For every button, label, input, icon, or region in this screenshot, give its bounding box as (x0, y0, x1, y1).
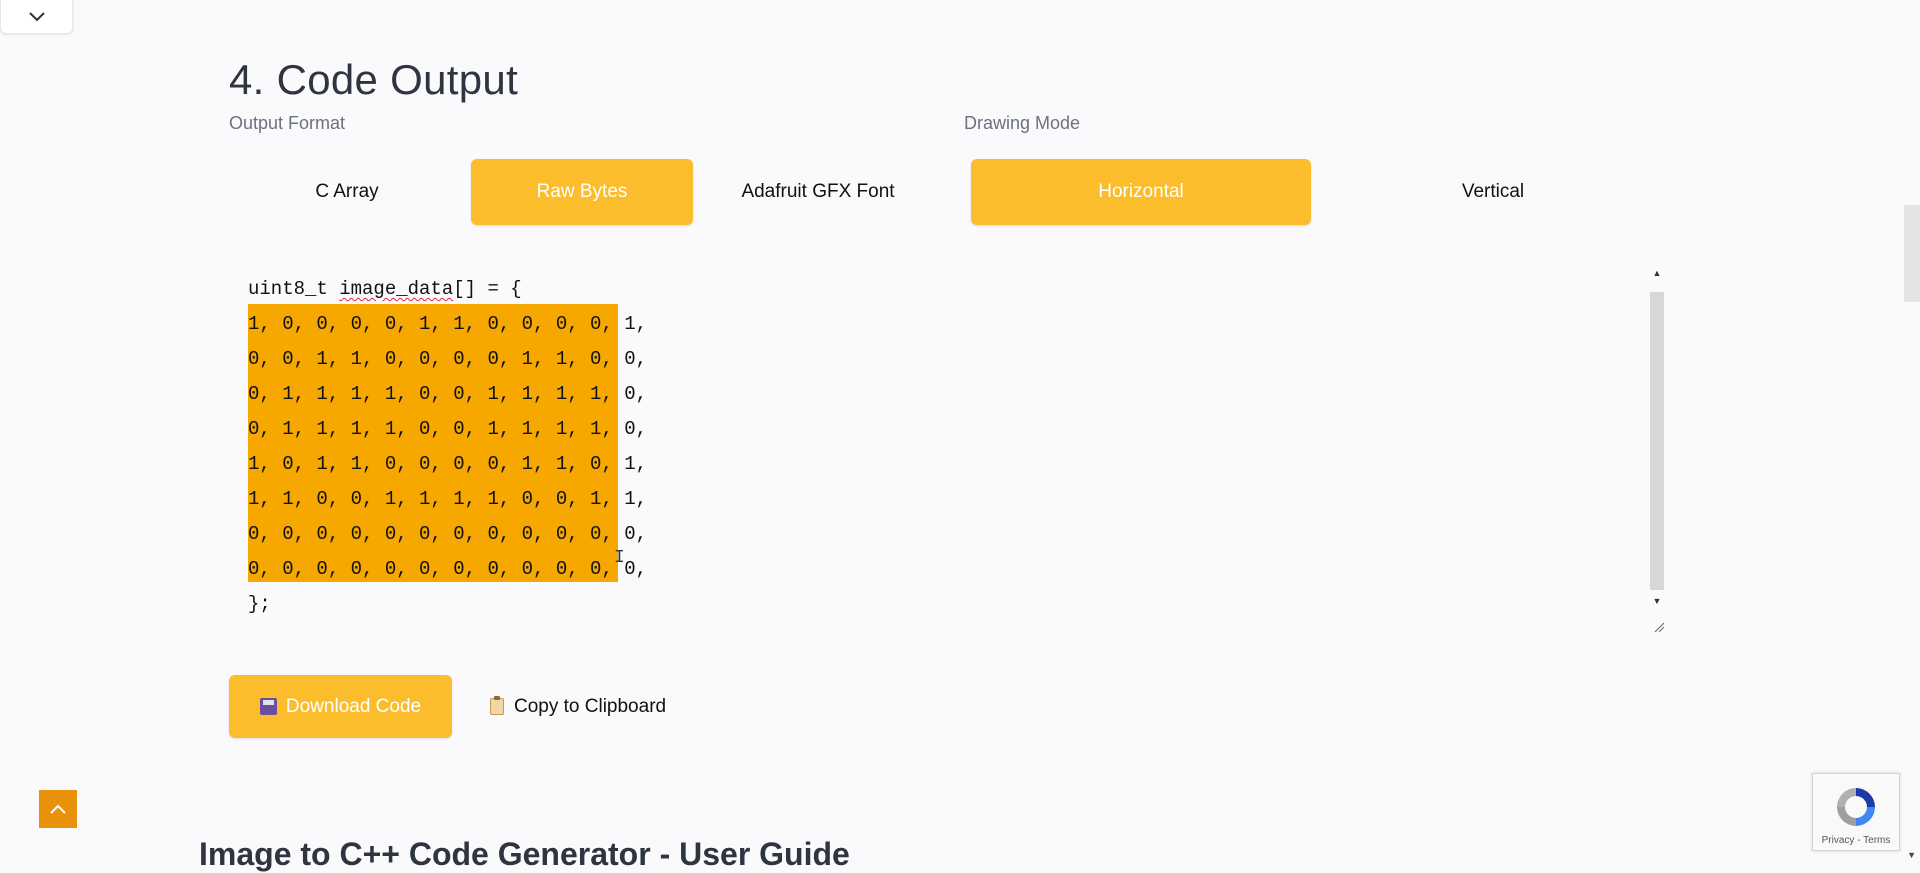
code-row: 0, 0, 1, 1, 0, 0, 0, 0, 1, 1, 0, 0, (248, 348, 648, 370)
code-scrollbar[interactable]: ▲ ▼ (1649, 266, 1665, 608)
copy-to-clipboard-label: Copy to Clipboard (514, 695, 667, 717)
download-code-button[interactable]: Download Code (229, 675, 452, 738)
code-row: 1, 1, 0, 0, 1, 1, 1, 1, 0, 0, 1, 1, (248, 488, 648, 510)
code-declaration: uint8_t image_data[] = { (248, 278, 522, 300)
recaptcha-logo-icon (1837, 788, 1875, 826)
code-row: 0, 0, 0, 0, 0, 0, 0, 0, 0, 0, 0, 0, (248, 558, 648, 580)
floppy-disk-icon (259, 698, 277, 715)
code-output-textarea[interactable]: uint8_t image_data[] = { 1, 0, 0, 0, 0, … (229, 258, 1668, 636)
recaptcha-badge[interactable]: Privacy - Terms (1812, 773, 1900, 851)
chevron-up-icon (50, 804, 66, 814)
spellcheck-underline: image_data (339, 278, 454, 300)
scrollbar-track[interactable] (1650, 292, 1664, 590)
code-closing: }; (248, 593, 271, 615)
resize-grip-icon[interactable] (1653, 621, 1665, 633)
code-lines: uint8_t image_data[] = { 1, 0, 0, 0, 0, … (248, 272, 647, 622)
scroll-up-arrow-icon[interactable]: ▲ (1649, 266, 1665, 280)
section-title: 4. Code Output (229, 56, 519, 103)
format-option-adafruit-gfx[interactable]: Adafruit GFX Font (700, 159, 936, 225)
back-to-top-button[interactable] (39, 790, 77, 828)
code-row: 1, 0, 1, 1, 0, 0, 0, 0, 1, 1, 0, 1, (248, 453, 648, 475)
code-row: 0, 1, 1, 1, 1, 0, 0, 1, 1, 1, 1, 0, (248, 383, 648, 405)
code-row: 0, 1, 1, 1, 1, 0, 0, 1, 1, 1, 1, 0, (248, 418, 648, 440)
copy-to-clipboard-button[interactable]: Copy to Clipboard (490, 675, 666, 738)
scroll-down-arrow-icon[interactable]: ▼ (1649, 594, 1665, 608)
collapse-toggle[interactable] (0, 0, 73, 34)
user-guide-title: Image to C++ Code Generator - User Guide (199, 836, 850, 872)
format-option-raw-bytes[interactable]: Raw Bytes (471, 159, 693, 225)
page-scrollbar-thumb[interactable] (1904, 205, 1920, 302)
drawing-mode-label: Drawing Mode (964, 113, 1081, 133)
code-row: 0, 0, 0, 0, 0, 0, 0, 0, 0, 0, 0, 0, (248, 523, 648, 545)
recaptcha-terms[interactable]: Privacy - Terms (1813, 835, 1899, 846)
format-option-c-array[interactable]: C Array (229, 159, 465, 225)
clipboard-icon (490, 696, 504, 715)
chevron-down-icon (28, 11, 45, 21)
download-code-label: Download Code (285, 695, 422, 717)
page-scroll-down-icon[interactable]: ▼ (1907, 850, 1916, 860)
mode-option-horizontal[interactable]: Horizontal (971, 159, 1311, 225)
code-row: 1, 0, 0, 0, 0, 1, 1, 0, 0, 0, 0, 1, (248, 313, 648, 335)
mode-option-vertical[interactable]: Vertical (1318, 159, 1668, 225)
text-cursor-icon: I (614, 548, 625, 568)
output-format-label: Output Format (229, 113, 346, 133)
